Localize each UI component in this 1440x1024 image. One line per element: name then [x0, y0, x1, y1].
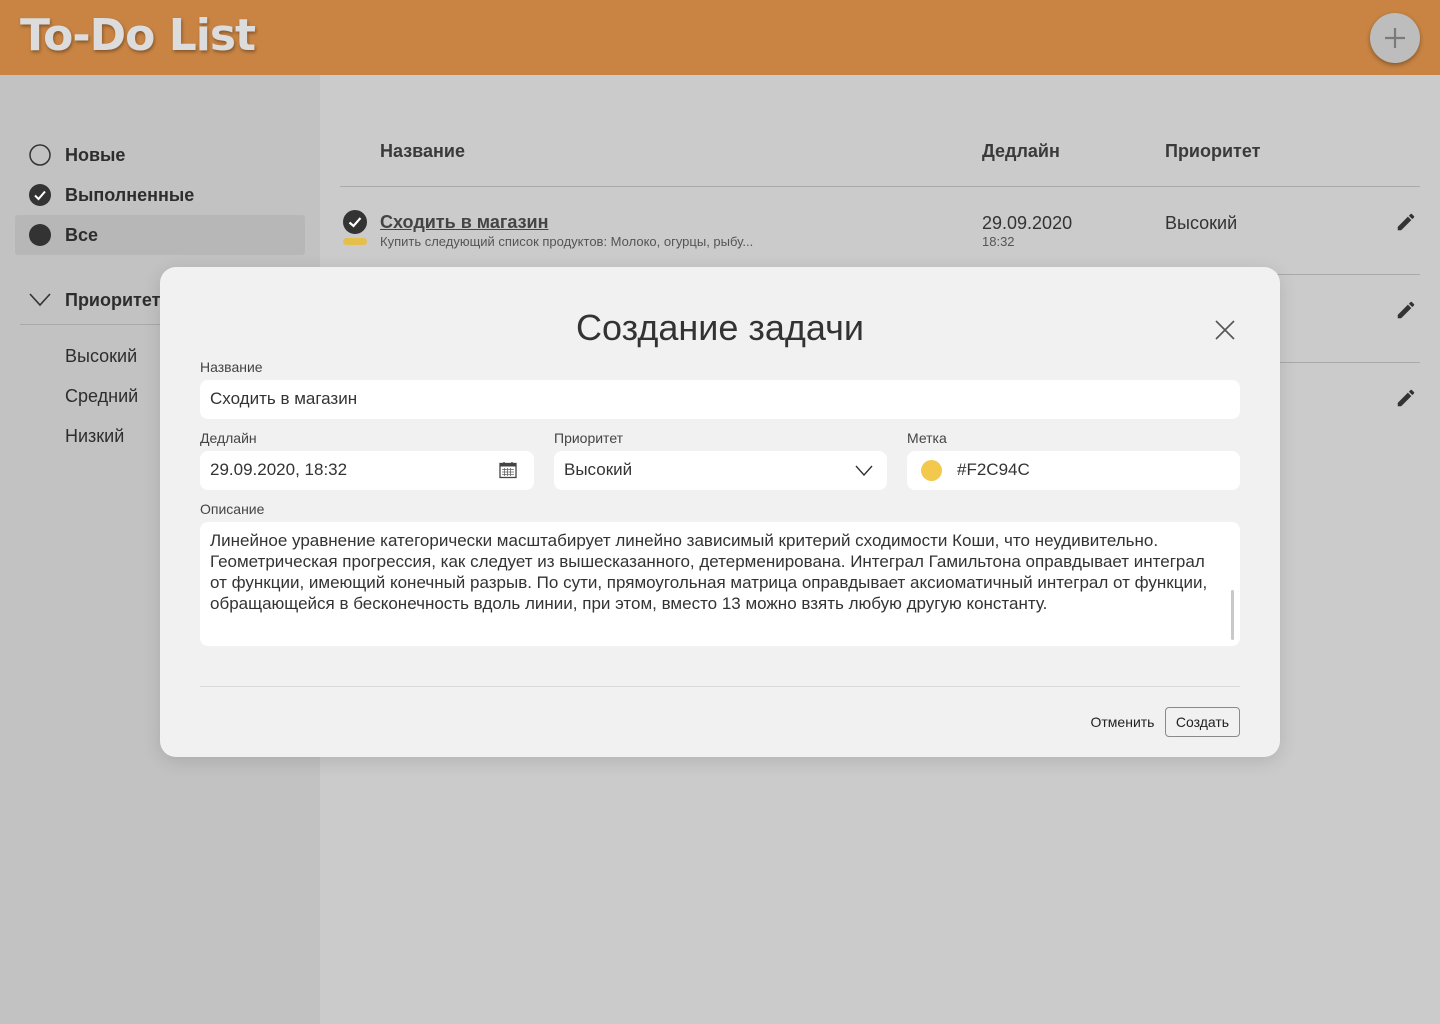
- filled-circle-icon: [29, 224, 51, 246]
- name-input-value: Сходить в магазин: [210, 389, 358, 408]
- description-textarea[interactable]: Линейное уравнение категорически масштаб…: [200, 522, 1240, 646]
- close-icon[interactable]: [1210, 315, 1240, 345]
- name-label: Название: [200, 359, 263, 375]
- column-header-deadline[interactable]: Дедлайн: [982, 141, 1060, 162]
- priority-filter-medium[interactable]: Средний: [65, 386, 138, 407]
- priority-filter-low[interactable]: Низкий: [65, 426, 124, 447]
- priority-select[interactable]: Высокий: [554, 451, 887, 490]
- task-date: 29.09.2020: [982, 213, 1073, 233]
- tag-color-value: #F2C94C: [957, 460, 1030, 479]
- color-swatch[interactable]: [921, 460, 942, 481]
- dialog-divider: [200, 686, 1240, 687]
- check-circle-icon[interactable]: [343, 210, 367, 234]
- chevron-down-icon: [855, 465, 873, 476]
- create-task-dialog: Создание задачи Название Сходить в магаз…: [160, 267, 1280, 757]
- task-description: Купить следующий список продуктов: Молок…: [380, 234, 754, 249]
- pencil-icon[interactable]: [1395, 387, 1417, 409]
- cancel-button[interactable]: Отменить: [1075, 707, 1170, 737]
- chevron-down-icon: [29, 293, 51, 307]
- header-divider: [340, 186, 1420, 187]
- tag-label: Метка: [907, 430, 947, 446]
- filter-all[interactable]: Все: [15, 215, 305, 255]
- add-task-button[interactable]: [1370, 13, 1420, 63]
- tag-color-input[interactable]: #F2C94C: [907, 451, 1240, 490]
- create-button[interactable]: Создать: [1165, 707, 1240, 737]
- calendar-icon[interactable]: [499, 461, 517, 479]
- description-label: Описание: [200, 501, 265, 517]
- filter-done[interactable]: Выполненные: [15, 175, 305, 215]
- pencil-icon[interactable]: [1395, 299, 1417, 321]
- empty-circle-icon: [29, 144, 51, 166]
- column-header-priority[interactable]: Приоритет: [1165, 141, 1260, 162]
- task-priority: Высокий: [1165, 213, 1238, 233]
- task-color-tag: [343, 238, 367, 245]
- name-input[interactable]: Сходить в магазин: [200, 380, 1240, 419]
- deadline-label: Дедлайн: [200, 430, 257, 446]
- priority-filter-high[interactable]: Высокий: [65, 346, 137, 367]
- task-time: 18:32: [982, 234, 1015, 249]
- dialog-title: Создание задачи: [576, 307, 864, 348]
- task-title[interactable]: Сходить в магазин: [380, 212, 548, 233]
- column-header-name[interactable]: Название: [380, 141, 465, 162]
- deadline-input-value: 29.09.2020, 18:32: [210, 460, 348, 479]
- plus-icon: [1385, 28, 1405, 48]
- priority-label: Приоритет: [554, 430, 624, 446]
- filter-new[interactable]: Новые: [15, 135, 305, 175]
- filter-all-label: Все: [65, 224, 99, 245]
- check-circle-icon: [29, 184, 51, 206]
- filter-new-label: Новые: [65, 144, 126, 165]
- pencil-icon[interactable]: [1395, 211, 1417, 233]
- top-bar: To-Do List: [0, 0, 1440, 75]
- deadline-input[interactable]: 29.09.2020, 18:32: [200, 451, 534, 490]
- priority-select-value: Высокий: [564, 460, 633, 479]
- scrollbar[interactable]: [1231, 590, 1234, 640]
- priority-section-label: Приоритет: [65, 290, 161, 310]
- filter-done-label: Выполненные: [65, 184, 195, 205]
- app-logo: To-Do List: [20, 10, 256, 61]
- description-text: Линейное уравнение категорически масштаб…: [210, 531, 1208, 613]
